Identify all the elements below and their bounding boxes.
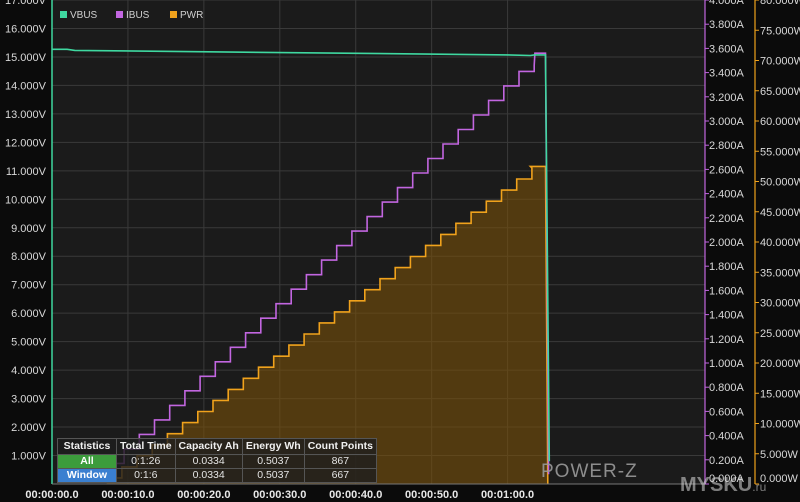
current-tick-label: 2.200A <box>709 213 745 225</box>
power-tick-label: 15.000W <box>760 388 800 400</box>
voltage-tick-label: 11.000V <box>6 166 47 178</box>
voltage-tick-label: 14.000V <box>5 80 47 92</box>
power-tick-label: 60.000W <box>760 116 800 128</box>
power-tick-label: 10.000W <box>760 419 800 431</box>
voltage-tick-label: 8.000V <box>11 251 47 263</box>
stat-energy: 0.5037 <box>241 468 305 483</box>
current-tick-label: 2.800A <box>709 140 745 152</box>
current-tick-label: 2.600A <box>709 164 745 176</box>
legend-swatch-vbus <box>60 11 67 18</box>
power-tick-label: 55.000W <box>760 146 800 158</box>
voltage-tick-label: 2.000V <box>11 422 47 434</box>
stat-capacity: 0.0334 <box>174 468 243 483</box>
statistics-row-window: Window 0:1:6 0.0334 0.5037 667 <box>57 468 378 483</box>
power-tick-label: 25.000W <box>760 328 800 340</box>
time-tick-label: 00:00:20.0 <box>177 489 230 501</box>
time-tick-label: 00:00:10.0 <box>101 489 154 501</box>
power-tick-label: 30.000W <box>760 298 800 310</box>
voltage-tick-label: 9.000V <box>11 223 47 235</box>
stat-total-time: 0:1:26 <box>116 454 176 469</box>
voltage-tick-label: 12.000V <box>5 137 47 149</box>
stat-header: Total Time <box>116 438 176 455</box>
power-tick-label: 80.000W <box>760 0 800 7</box>
watermark: MYSKU.ru <box>680 474 766 497</box>
current-tick-label: 2.000A <box>709 237 745 249</box>
time-tick-label: 00:00:30.0 <box>253 489 306 501</box>
watermark-suffix: .ru <box>752 480 767 494</box>
power-tick-label: 5.000W <box>760 449 799 461</box>
current-tick-label: 1.000A <box>709 358 745 370</box>
time-tick-label: 00:01:00.0 <box>481 489 534 501</box>
legend-label-pwr: PWR <box>180 10 203 21</box>
current-tick-label: 1.200A <box>709 334 745 346</box>
statistics-header-row: Statistics Total Time Capacity Ah Energy… <box>57 438 378 455</box>
power-tick-label: 70.000W <box>760 56 800 68</box>
stat-header: Capacity Ah <box>174 438 243 455</box>
power-tick-label: 20.000W <box>760 358 800 370</box>
power-tick-label: 75.000W <box>760 25 800 37</box>
voltage-tick-label: 4.000V <box>11 365 47 377</box>
power-tick-label: 65.000W <box>760 86 800 98</box>
power-tick-label: 45.000W <box>760 207 800 219</box>
stat-header: Energy Wh <box>241 438 305 455</box>
stat-header: Statistics <box>57 438 117 455</box>
power-tick-label: 35.000W <box>760 267 800 279</box>
current-tick-label: 1.800A <box>709 261 745 273</box>
power-tick-label: 40.000W <box>760 237 800 249</box>
stat-count: 667 <box>303 468 378 483</box>
voltage-tick-label: 3.000V <box>11 394 47 406</box>
current-tick-label: 0.400A <box>709 431 745 443</box>
time-tick-label: 00:00:50.0 <box>405 489 458 501</box>
current-tick-label: 3.800A <box>709 19 745 31</box>
legend-swatch-ibus <box>116 11 123 18</box>
current-tick-label: 1.600A <box>709 285 745 297</box>
voltage-tick-label: 1.000V <box>11 451 47 463</box>
legend-label-vbus: VBUS <box>70 10 98 21</box>
voltage-tick-label: 7.000V <box>11 280 47 292</box>
current-tick-label: 0.600A <box>709 406 745 418</box>
time-tick-label: 00:00:40.0 <box>329 489 382 501</box>
voltage-tick-label: 13.000V <box>5 109 47 121</box>
voltage-tick-label: 5.000V <box>11 337 47 349</box>
current-tick-label: 3.000A <box>709 116 745 128</box>
watermark-text: MYSKU <box>680 474 753 496</box>
stat-total-time: 0:1:6 <box>116 468 176 483</box>
current-tick-label: 0.200A <box>709 455 745 467</box>
stat-count: 867 <box>303 454 378 469</box>
time-tick-labels: 00:00:00.0 00:00:10.0 00:00:20.0 00:00:30.0… <box>25 489 534 501</box>
statistics-row-all: All 0:1:26 0.0334 0.5037 867 <box>57 454 378 469</box>
power-tick-label: 50.000W <box>760 177 800 189</box>
stat-header: Count Points <box>303 438 378 455</box>
power-meter-chart: 1.000V 2.000V 3.000V 4.000V 5.000V 6.000V 7.00… <box>0 0 800 502</box>
voltage-tick-label: 15.000V <box>5 52 47 64</box>
current-tick-labels: 0.000A0.200A0.400A0.600A0.800A1.000A1.20… <box>705 0 745 485</box>
power-z-logo: POWER-Z <box>541 461 638 482</box>
current-tick-label: 0.800A <box>709 382 745 394</box>
current-tick-label: 4.000A <box>709 0 745 7</box>
voltage-tick-label: 6.000V <box>11 308 47 320</box>
legend: VBUS IBUS PWR <box>60 10 203 21</box>
time-tick-label: 00:00:00.0 <box>25 489 78 501</box>
current-tick-label: 1.400A <box>709 310 745 322</box>
current-tick-label: 2.400A <box>709 189 745 201</box>
legend-label-ibus: IBUS <box>126 10 150 21</box>
statistics-table: Statistics Total Time Capacity Ah Energy… <box>57 438 378 483</box>
voltage-tick-label: 10.000V <box>5 194 47 206</box>
stat-label-window[interactable]: Window <box>57 468 117 483</box>
current-tick-label: 3.400A <box>709 68 745 80</box>
stat-label-all[interactable]: All <box>57 454 117 469</box>
stat-energy: 0.5037 <box>241 454 305 469</box>
voltage-tick-label: 17.000V <box>5 0 47 7</box>
voltage-tick-label: 16.000V <box>5 23 47 35</box>
current-tick-label: 3.200A <box>709 92 745 104</box>
stat-capacity: 0.0334 <box>174 454 243 469</box>
current-tick-label: 3.600A <box>709 43 745 55</box>
legend-swatch-pwr <box>170 11 177 18</box>
